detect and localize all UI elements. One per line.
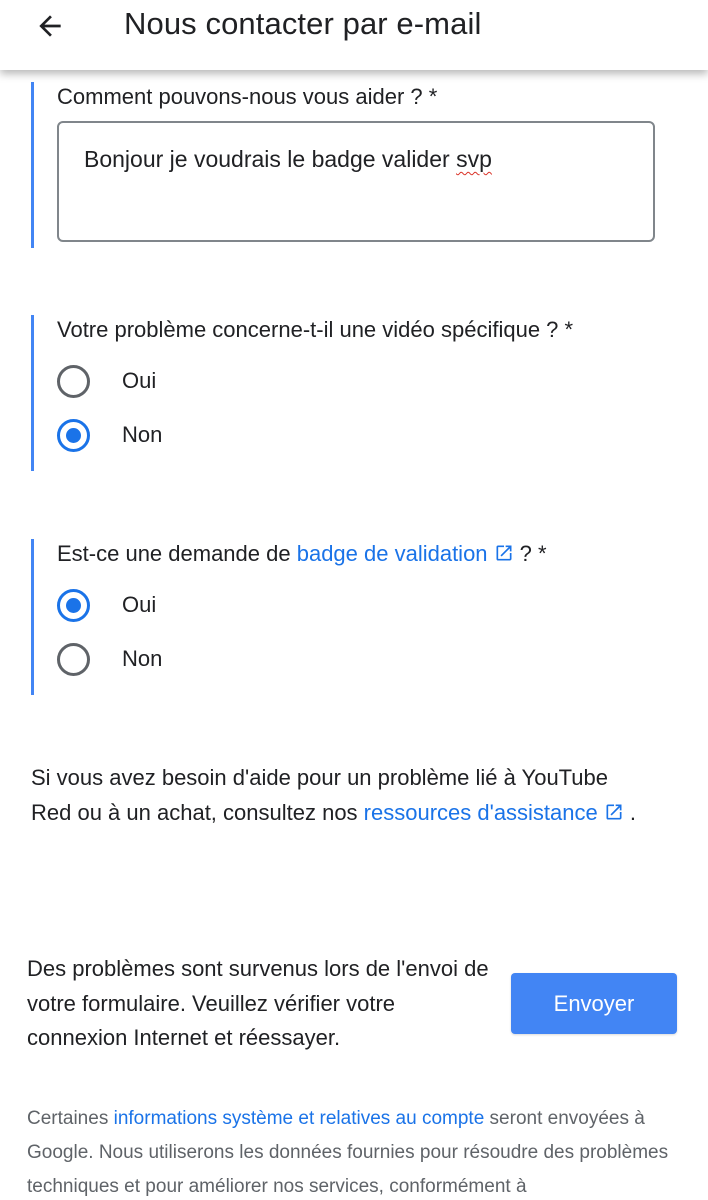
misspelled-word: svp (456, 146, 492, 172)
footer-text-start: Certaines (27, 1108, 114, 1129)
radio-unchecked-icon (57, 364, 90, 398)
radio-checked-icon (57, 588, 90, 622)
question-help-label: Comment pouvons-nous vous aider ? * (57, 84, 438, 109)
radio-label: Oui (122, 368, 157, 393)
question-badge-prefix: Est-ce une demande de (57, 541, 297, 566)
send-button[interactable]: Envoyer (511, 973, 677, 1034)
open-in-new-icon (496, 545, 512, 561)
app-header: Nous contacter par e-mail (0, 0, 708, 70)
video-option-oui[interactable]: Oui (57, 361, 156, 401)
badge-validation-link-text: badge de validation (296, 541, 488, 566)
open-in-new-icon (606, 804, 622, 820)
back-button[interactable] (28, 4, 72, 48)
radio-unchecked-icon (57, 642, 90, 676)
assistance-resources-link-text: ressources d'assistance (363, 800, 598, 825)
arrow-back-icon (39, 15, 61, 37)
question-video-label: Votre problème concerne-t-il une vidéo s… (57, 317, 574, 342)
question-badge-suffix: ? * (513, 541, 547, 566)
error-message: Des problèmes sont survenus lors de l'en… (27, 956, 489, 1050)
page-title: Nous contacter par e-mail (124, 6, 482, 41)
radio-label: Oui (122, 592, 157, 617)
help-description-text: Bonjour je voudrais le badge valider (84, 146, 457, 172)
badge-option-non[interactable]: Non (57, 639, 162, 679)
question-badge-label: Est-ce une demande de badge de validatio… (57, 539, 547, 569)
help-description-value: Bonjour je voudrais le badge valider svp (84, 144, 492, 174)
help-note-end: . (623, 800, 636, 825)
footer-disclaimer: Certaines informations système et relati… (27, 1102, 687, 1200)
video-option-non[interactable]: Non (57, 415, 162, 455)
radio-label: Non (122, 422, 163, 447)
badge-option-oui[interactable]: Oui (57, 585, 156, 625)
system-info-link[interactable]: informations système et relatives au com… (114, 1108, 485, 1129)
help-note: Si vous avez besoin d'aide pour un probl… (31, 760, 651, 830)
help-description-input[interactable] (57, 121, 655, 242)
radio-label: Non (122, 646, 163, 671)
badge-validation-link[interactable]: badge de validation (297, 541, 514, 566)
assistance-resources-link[interactable]: ressources d'assistance (364, 800, 624, 825)
radio-checked-icon (57, 418, 90, 452)
